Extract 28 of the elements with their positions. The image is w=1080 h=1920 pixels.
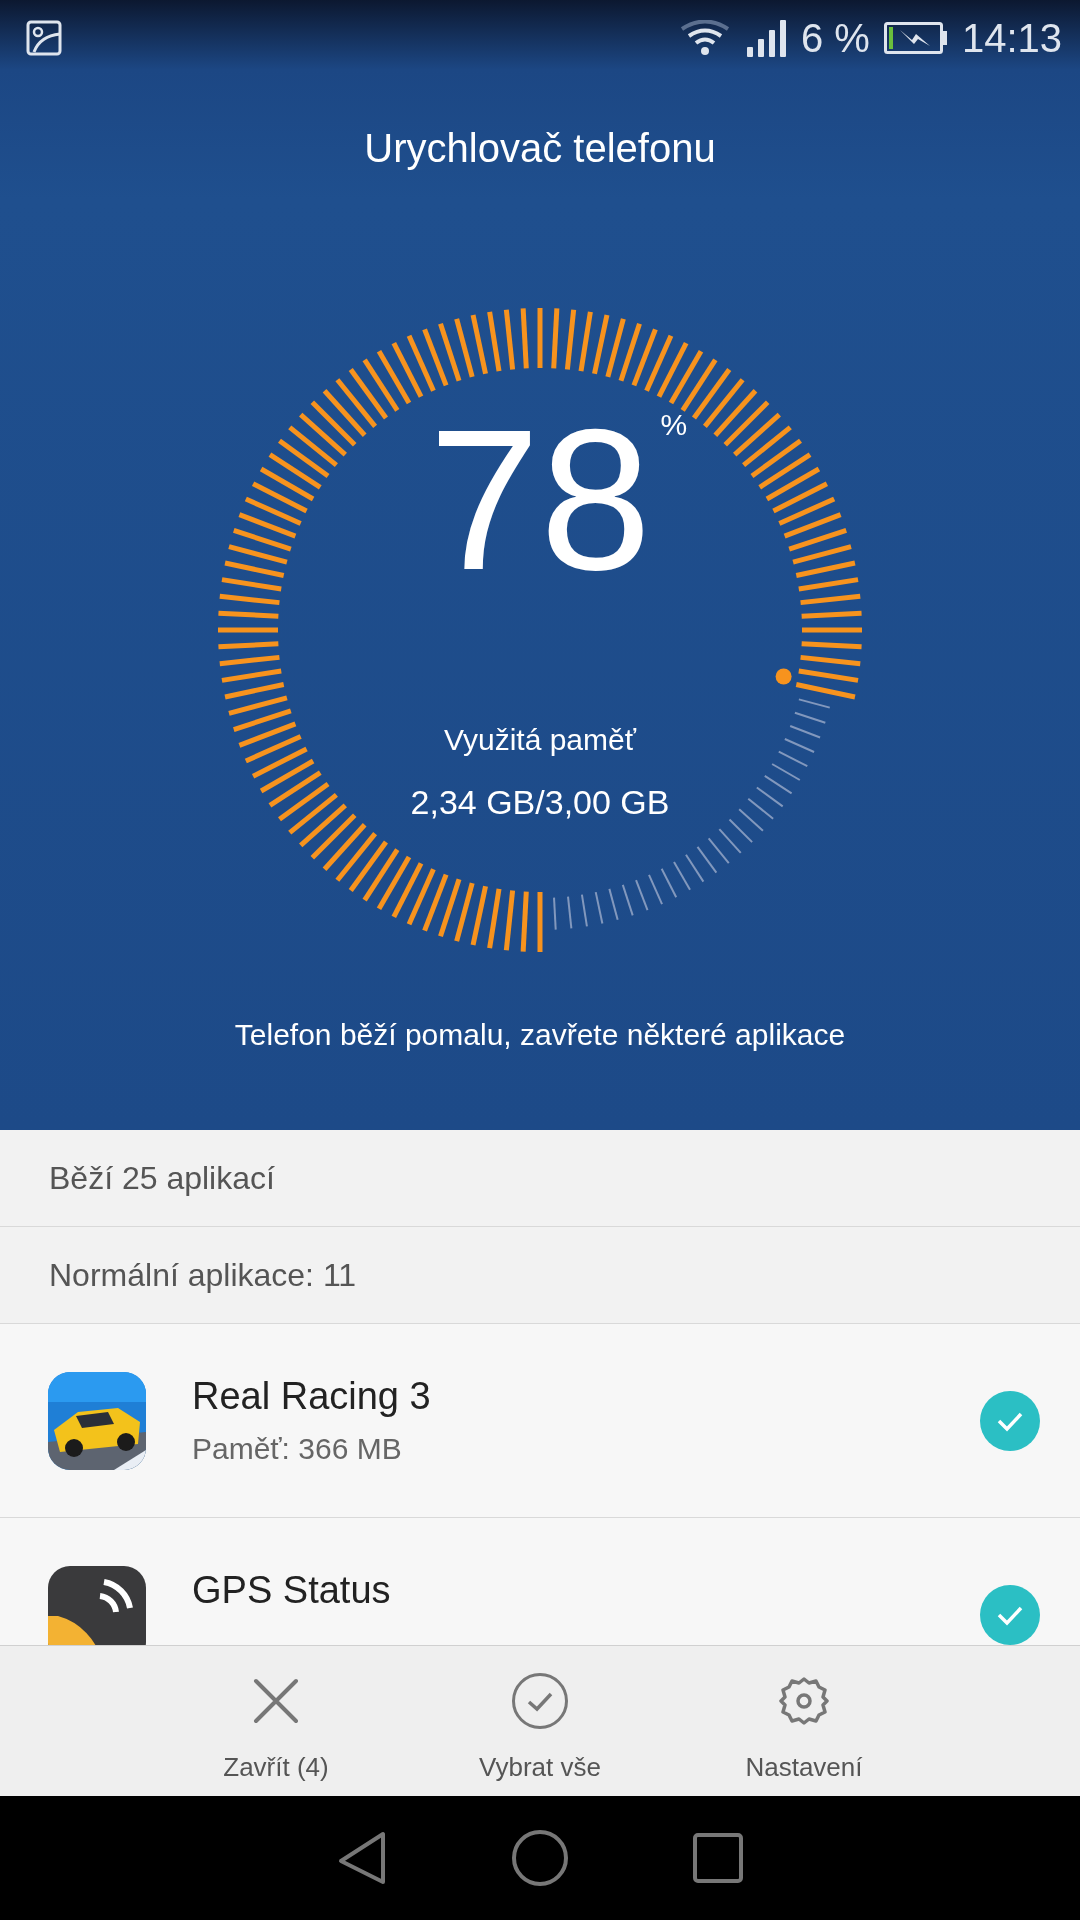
signal-icon: [744, 19, 787, 57]
home-icon[interactable]: [511, 1829, 569, 1887]
usage-percent: 78: [428, 388, 652, 611]
memory-label: Využitá paměť: [444, 722, 636, 758]
select-all-button[interactable]: Vybrat vše: [408, 1646, 672, 1796]
battery-charging-icon: [883, 22, 948, 54]
app-name: Real Racing 3: [192, 1375, 432, 1418]
settings-icon: [779, 1676, 829, 1726]
status-message: Telefon běží pomalu, zavřete některé aplikace: [234, 1018, 846, 1051]
racing-car-icon: [48, 1371, 146, 1470]
percent-sign: %: [660, 410, 688, 440]
battery-percent: 6 %: [800, 15, 870, 61]
app-name: GPS Status: [192, 1569, 392, 1612]
close-icon: [252, 1677, 300, 1725]
app-memory: Paměť: 366 MB: [192, 1432, 403, 1466]
running-apps-count: Běží 25 aplikací: [49, 1159, 275, 1197]
wifi-icon: [678, 20, 731, 56]
back-icon[interactable]: [337, 1830, 387, 1886]
screen-title: Urychlovač telefonu: [364, 125, 716, 171]
section-header: Normální aplikace: 11: [49, 1256, 357, 1294]
memory-reading: 2,34 GB/3,00 GB: [410, 782, 670, 822]
gallery-icon: [26, 20, 62, 56]
gauge-marker: [775, 668, 792, 685]
settings-button[interactable]: Nastavení: [672, 1646, 936, 1796]
close-button[interactable]: Zavřít (4): [144, 1646, 408, 1796]
recent-apps-icon[interactable]: [693, 1833, 743, 1883]
check-circle-icon: [511, 1672, 569, 1730]
clock-time: 14:13: [961, 15, 1062, 61]
